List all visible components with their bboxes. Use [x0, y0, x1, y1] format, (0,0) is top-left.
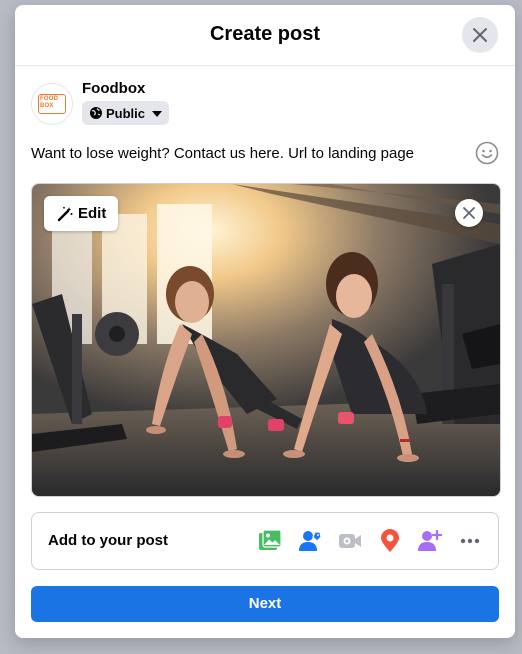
magic-wand-icon — [57, 206, 73, 222]
caret-down-icon — [152, 111, 162, 117]
edit-image-button[interactable]: Edit — [44, 196, 118, 231]
close-icon — [463, 207, 475, 219]
foodbox-logo: FOOD BOX — [38, 94, 66, 114]
photo-video-button[interactable] — [256, 527, 284, 555]
post-text-input[interactable]: Want to lose weight? Contact us here. Ur… — [31, 145, 461, 162]
more-icon — [460, 538, 480, 544]
photo-video-icon — [259, 529, 282, 550]
emoji-icon — [475, 141, 499, 165]
avatar[interactable]: FOOD BOX — [31, 83, 73, 125]
remove-image-button[interactable] — [455, 199, 483, 227]
live-video-button[interactable] — [336, 527, 364, 555]
add-person-button[interactable] — [416, 527, 444, 555]
privacy-label: Public — [106, 106, 146, 121]
dialog-title: Create post — [209, 23, 321, 45]
dialog-header: Create post — [15, 5, 515, 66]
add-to-post-bar: Add to your post — [31, 512, 499, 570]
next-label: Next — [248, 595, 282, 612]
live-video-icon — [339, 534, 361, 548]
logo-text: FOOD BOX — [40, 96, 59, 109]
create-post-dialog: Create post FOOD BOX Foodbox Public Want… — [15, 5, 515, 638]
add-to-post-label: Add to your post — [48, 532, 168, 549]
check-in-button[interactable] — [376, 527, 404, 555]
globe-icon — [90, 107, 102, 119]
author-name: Foodbox — [82, 80, 146, 97]
privacy-selector-button[interactable]: Public — [82, 101, 169, 125]
edit-label: Edit — [78, 205, 107, 222]
next-button[interactable]: Next — [31, 586, 499, 622]
close-icon — [473, 28, 487, 42]
tag-people-button[interactable] — [296, 527, 324, 555]
close-dialog-button[interactable] — [462, 17, 498, 53]
add-person-icon — [418, 529, 442, 551]
tag-people-icon — [299, 531, 322, 551]
attached-image: Edit — [31, 183, 501, 497]
location-pin-icon — [381, 529, 399, 552]
more-options-button[interactable] — [456, 527, 484, 555]
emoji-picker-button[interactable] — [475, 141, 499, 165]
